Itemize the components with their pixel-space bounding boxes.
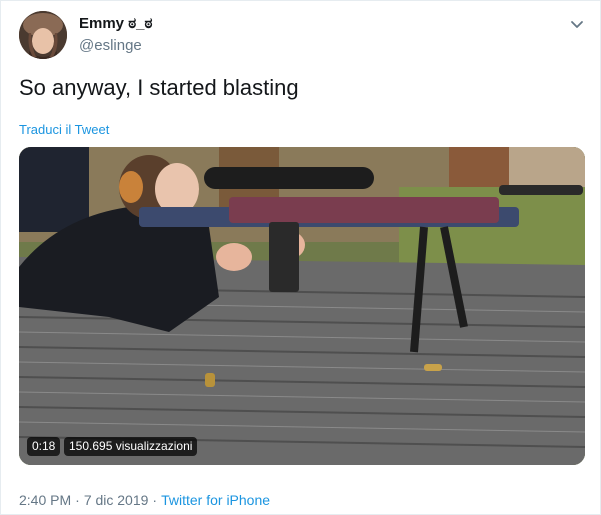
separator: · bbox=[152, 492, 158, 508]
video-thumbnail bbox=[19, 147, 585, 465]
video-duration-badge: 0:18 bbox=[27, 437, 61, 456]
translate-tweet-link[interactable]: Traduci il Tweet bbox=[19, 122, 109, 137]
profile-avatar-icon bbox=[19, 11, 67, 59]
tweet-text: So anyway, I started blasting bbox=[19, 75, 299, 100]
tweet-time[interactable]: 2:40 PM bbox=[19, 492, 71, 508]
video-views-badge: 150.695 visualizzazioni bbox=[64, 437, 198, 456]
avatar[interactable] bbox=[19, 11, 67, 59]
separator: · bbox=[75, 492, 80, 508]
tweet-card: Emmy ಠ_ಠ @eslinge So anyway, I started b… bbox=[0, 0, 601, 515]
user-handle[interactable]: @eslinge bbox=[79, 37, 142, 54]
tweet-date[interactable]: 7 dic 2019 bbox=[84, 492, 149, 508]
chevron-down-icon[interactable] bbox=[568, 15, 586, 33]
video-player[interactable]: 0:18 150.695 visualizzazioni bbox=[19, 147, 585, 465]
tweet-source-link[interactable]: Twitter for iPhone bbox=[161, 492, 270, 508]
user-display-name[interactable]: Emmy ಠ_ಠ bbox=[79, 15, 152, 32]
tweet-metadata: 2:40 PM · 7 dic 2019 · Twitter for iPhone bbox=[19, 492, 270, 508]
